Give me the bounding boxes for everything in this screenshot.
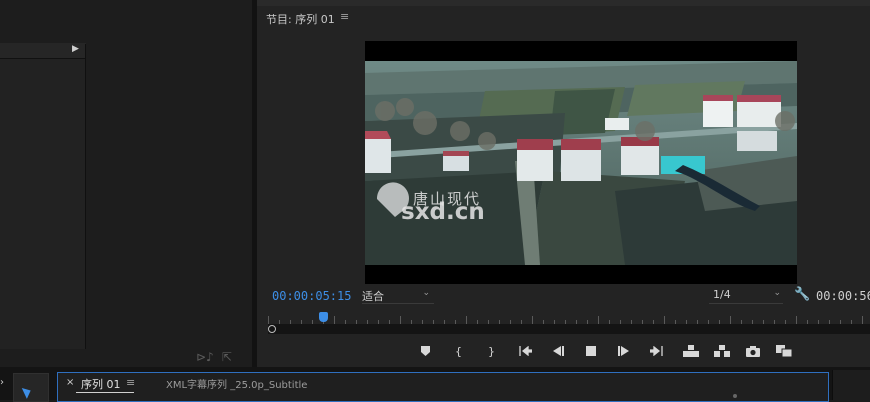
- time-ruler[interactable]: [268, 312, 870, 324]
- tab-sequence-01[interactable]: 序列 01: [81, 376, 121, 392]
- step-forward-icon[interactable]: [612, 342, 635, 360]
- comparison-view-icon[interactable]: [771, 342, 797, 360]
- zoom-level-select[interactable]: 适合 ⌄: [362, 288, 432, 303]
- scrub-bar[interactable]: [268, 324, 870, 334]
- export-frame-icon[interactable]: [740, 342, 766, 360]
- panel-menu-icon[interactable]: ≡: [340, 10, 349, 23]
- tab-menu-icon[interactable]: ≡: [126, 376, 135, 389]
- zoom-select-underline: [362, 303, 434, 304]
- program-monitor-title[interactable]: 节目: 序列 01: [266, 11, 335, 27]
- chevron-right-icon[interactable]: ›: [0, 377, 4, 388]
- zoom-scroll-handle[interactable]: [268, 325, 276, 333]
- res-select-underline: [709, 303, 783, 304]
- video-frame-image: [365, 61, 797, 265]
- close-icon[interactable]: ×: [66, 377, 74, 388]
- tools-panel: [13, 373, 49, 402]
- settings-wrench-icon[interactable]: 🔧: [794, 287, 810, 302]
- stop-icon[interactable]: [579, 342, 602, 360]
- playback-resolution-select[interactable]: 1/4 ⌄: [709, 288, 783, 303]
- zoom-level-value: 适合: [362, 290, 384, 303]
- playhead-timecode[interactable]: 00:00:05:15: [272, 289, 351, 303]
- expand-arrow-icon[interactable]: ▶: [72, 44, 79, 54]
- playback-resolution-value: 1/4: [713, 288, 731, 301]
- project-bin-list: [0, 43, 86, 349]
- export-icon[interactable]: ⇱: [222, 350, 232, 364]
- duration-timecode: 00:00:56:: [816, 289, 870, 303]
- active-tab-indicator: [76, 392, 134, 393]
- chevron-down-icon: ⌄: [422, 288, 430, 298]
- transport-controls: { }: [414, 342, 802, 360]
- mark-in-icon[interactable]: {: [447, 342, 470, 360]
- timeline-marker-dot: [733, 394, 737, 398]
- watermark-en-text: sxd.cn: [401, 199, 485, 225]
- extract-icon[interactable]: [709, 342, 735, 360]
- chevron-down-icon: ⌄: [773, 288, 781, 298]
- step-back-icon[interactable]: [546, 342, 569, 360]
- go-to-in-icon[interactable]: [513, 342, 536, 360]
- video-preview[interactable]: 唐山现代 sxd.cn: [365, 41, 797, 284]
- go-to-out-icon[interactable]: [645, 342, 668, 360]
- tab-xml-subtitle-sequence[interactable]: XML字幕序列 _25.0p_Subtitle: [166, 376, 307, 391]
- add-marker-icon[interactable]: [414, 342, 437, 360]
- mark-out-icon[interactable]: }: [480, 342, 503, 360]
- left-panel-footer: ⊳♪ ⇱: [196, 350, 240, 364]
- lift-icon[interactable]: [678, 342, 704, 360]
- audio-meter-icon[interactable]: ⊳♪: [196, 350, 214, 364]
- playhead-marker[interactable]: [319, 312, 328, 322]
- audio-meters-panel: [832, 370, 870, 400]
